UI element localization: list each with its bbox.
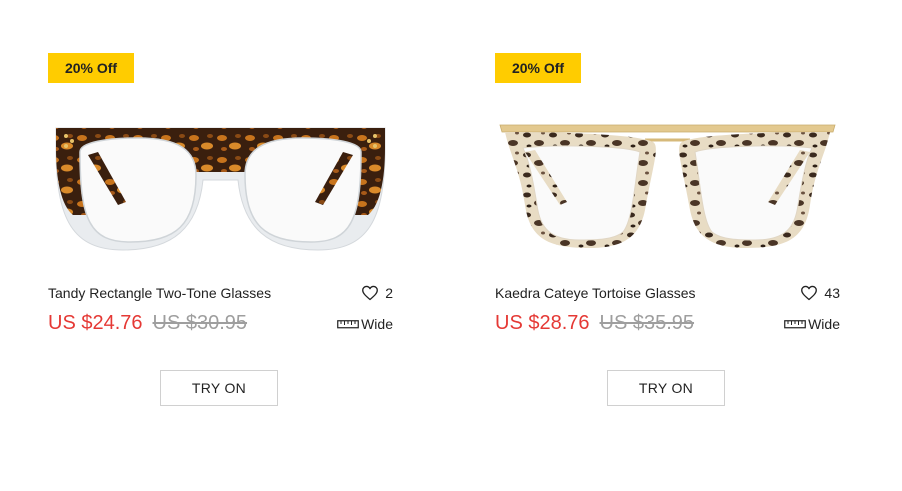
sale-price: US $28.76 xyxy=(495,312,590,334)
heart-icon xyxy=(362,285,379,301)
original-price: US $35.95 xyxy=(599,312,695,334)
fit-label: Wide xyxy=(361,316,393,332)
product-image[interactable] xyxy=(48,110,393,260)
frame-fit: Wide xyxy=(337,316,393,332)
like-count: 43 xyxy=(824,285,840,301)
sale-price: US $24.76 xyxy=(48,312,143,334)
frame-fit: Wide xyxy=(784,316,840,332)
product-image[interactable] xyxy=(495,110,840,260)
fit-label: Wide xyxy=(808,316,840,332)
product-card[interactable]: 20% Off Kaedra Cateye Tortoise Glasses 4… xyxy=(495,0,855,491)
discount-badge: 20% Off xyxy=(495,53,581,83)
product-card[interactable]: 20% Off Tandy Rectangle Two-Tone Glasses… xyxy=(48,0,408,491)
ruler-icon xyxy=(337,320,359,329)
original-price: US $30.95 xyxy=(152,312,248,334)
discount-badge: 20% Off xyxy=(48,53,134,83)
product-title[interactable]: Kaedra Cateye Tortoise Glasses xyxy=(495,285,696,301)
heart-icon xyxy=(801,285,818,301)
wishlist-button[interactable]: 43 xyxy=(800,285,840,301)
product-title[interactable]: Tandy Rectangle Two-Tone Glasses xyxy=(48,285,271,301)
like-count: 2 xyxy=(385,285,393,301)
try-on-button[interactable]: TRY ON xyxy=(160,370,278,406)
price-row: US $28.76 US $35.95 xyxy=(495,312,694,335)
try-on-button[interactable]: TRY ON xyxy=(607,370,725,406)
ruler-icon xyxy=(784,320,806,329)
price-row: US $24.76 US $30.95 xyxy=(48,312,247,335)
wishlist-button[interactable]: 2 xyxy=(361,285,393,301)
